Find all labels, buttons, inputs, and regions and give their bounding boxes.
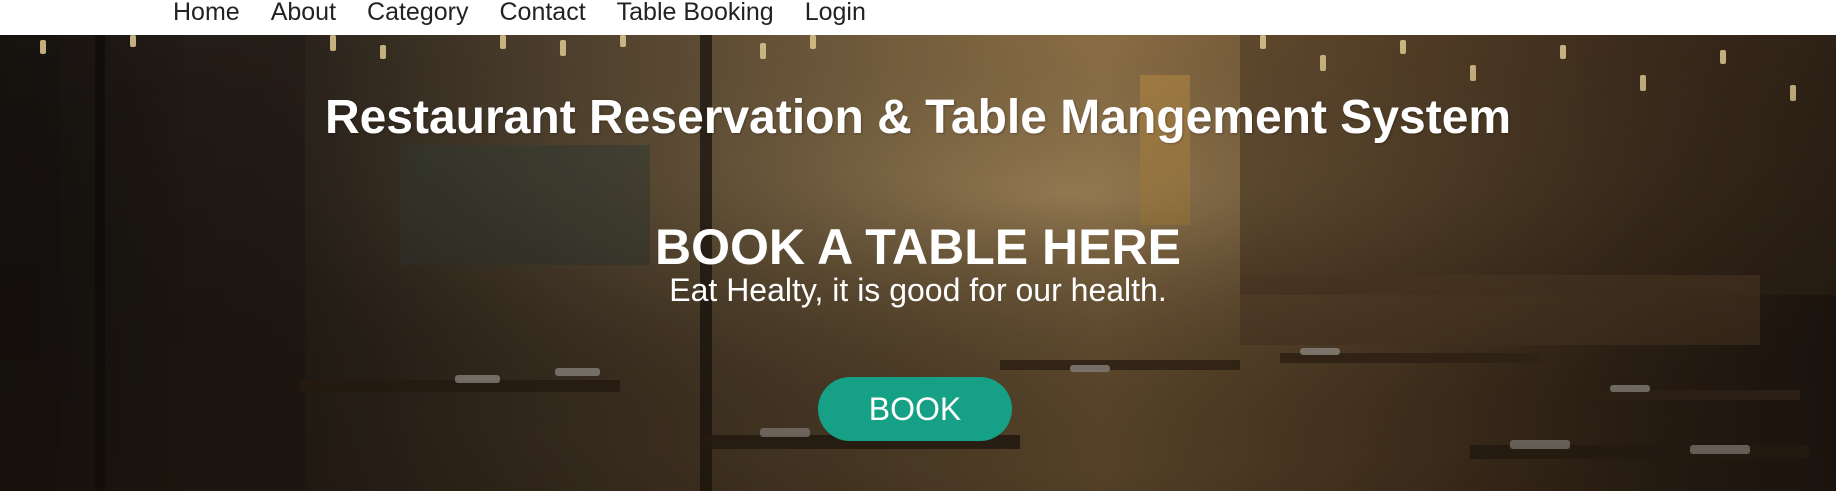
nav-item-home[interactable]: Home: [173, 0, 240, 25]
nav-item-about[interactable]: About: [271, 0, 336, 25]
nav-list: Home About Category Contact Table Bookin…: [173, 0, 897, 25]
hero-section: Restaurant Reservation & Table Mangement…: [0, 35, 1836, 491]
nav-item-login[interactable]: Login: [805, 0, 866, 25]
site-title: Restaurant Reservation & Table Mangement…: [324, 91, 1512, 144]
top-navigation: Home About Category Contact Table Bookin…: [0, 0, 1836, 35]
book-button[interactable]: BOOK: [818, 377, 1012, 441]
hero-subtitle: Eat Healty, it is good for our health.: [669, 272, 1167, 308]
hero-heading: BOOK A TABLE HERE: [655, 219, 1181, 275]
nav-item-table-booking[interactable]: Table Booking: [617, 0, 774, 25]
nav-item-contact[interactable]: Contact: [499, 0, 585, 25]
nav-item-category[interactable]: Category: [367, 0, 468, 25]
